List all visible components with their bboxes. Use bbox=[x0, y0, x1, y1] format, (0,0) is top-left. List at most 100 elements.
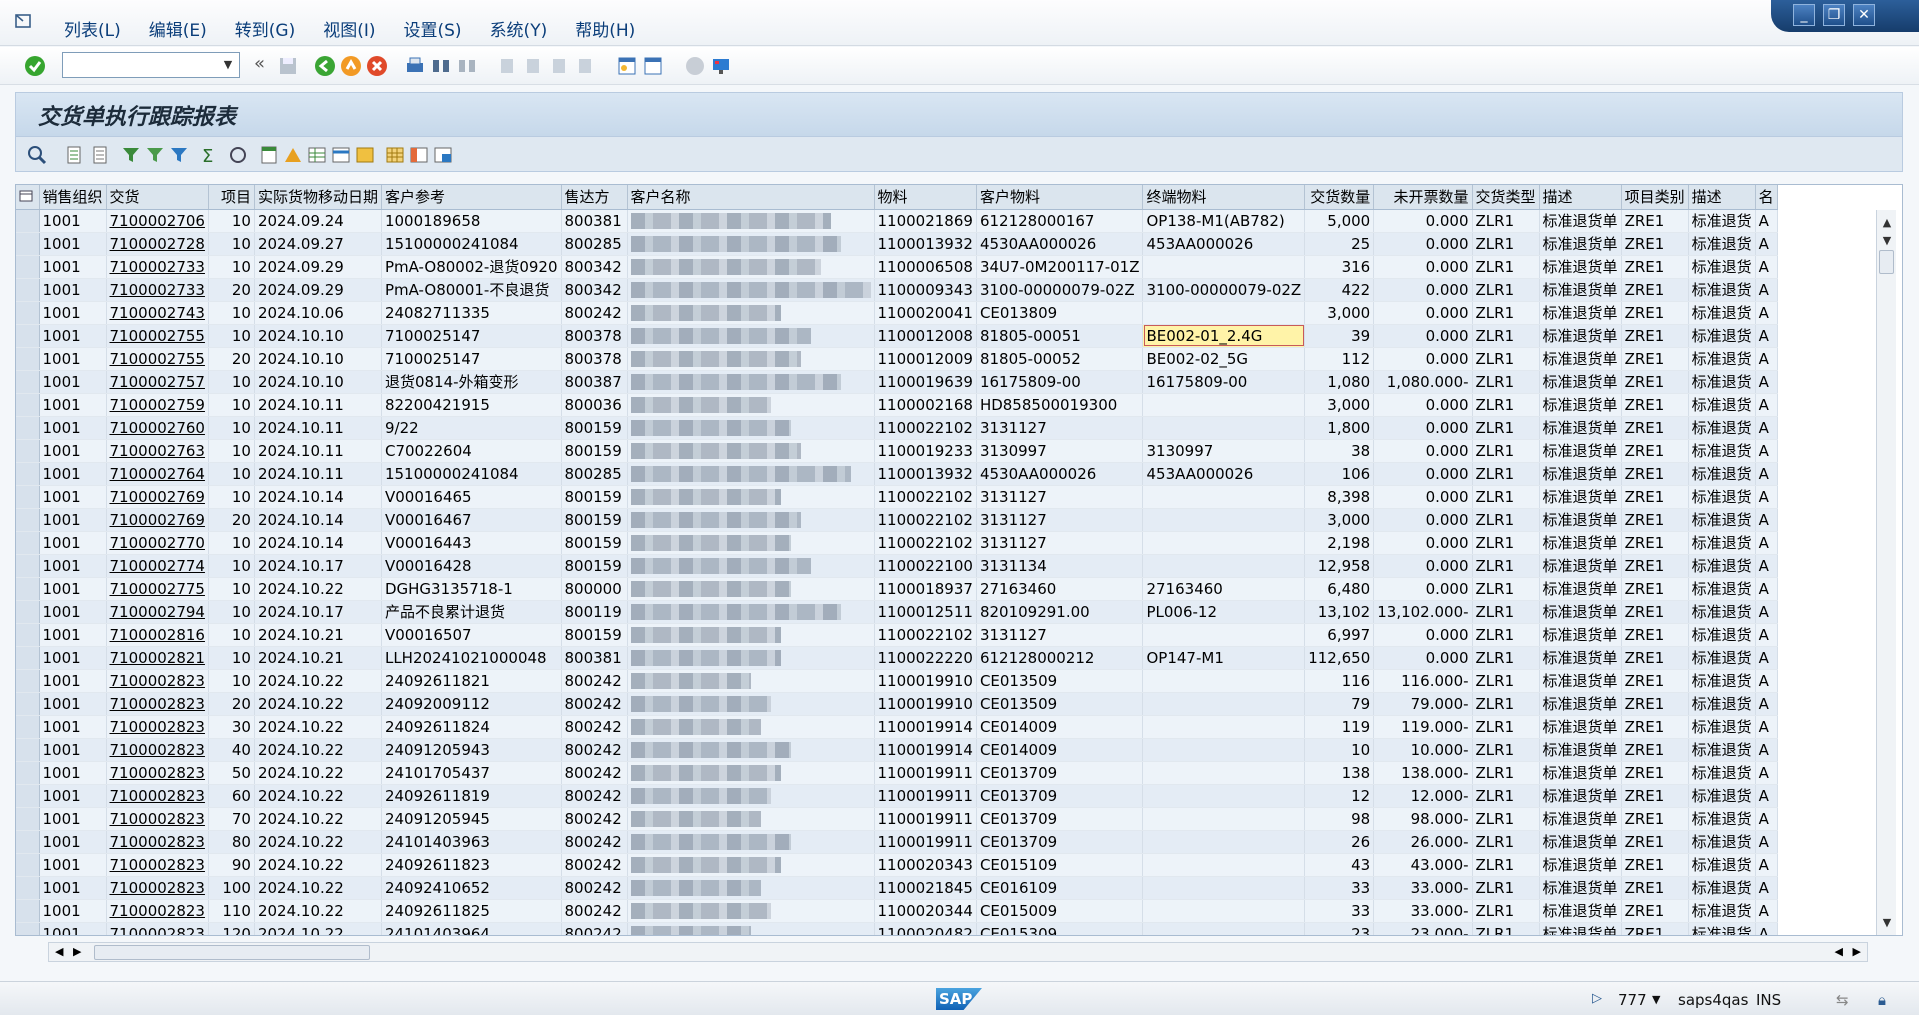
table-cell[interactable]: 7100002755 bbox=[106, 347, 209, 371]
row-selector[interactable] bbox=[16, 485, 40, 509]
row-selector[interactable] bbox=[16, 439, 40, 463]
table-cell[interactable]: 7100002823 bbox=[106, 692, 209, 716]
scroll-right-small-icon[interactable]: ▶ bbox=[73, 945, 81, 958]
table-cell[interactable]: 7100002760 bbox=[106, 416, 209, 440]
column-header[interactable]: 终端物料 bbox=[1142, 185, 1306, 210]
input-mode[interactable]: INS bbox=[1756, 991, 1781, 1009]
table-cell[interactable]: 7100002823 bbox=[106, 715, 209, 739]
table-row[interactable]: 1001 7100002706 10 2024.09.24 1000189658 8003… bbox=[16, 209, 1778, 233]
help-icon[interactable] bbox=[684, 55, 706, 77]
table-row[interactable]: 1001 7100002774 10 2024.10.17 V00016428 80015… bbox=[16, 554, 1778, 578]
column-header[interactable]: 描述 bbox=[1688, 185, 1756, 210]
local-file-icon[interactable] bbox=[354, 144, 376, 166]
row-selector[interactable] bbox=[16, 807, 40, 831]
column-header[interactable]: 客户参考 bbox=[381, 185, 562, 210]
row-selector[interactable] bbox=[16, 623, 40, 647]
table-row[interactable]: 1001 7100002769 10 2024.10.14 V00016465 80015… bbox=[16, 485, 1778, 509]
table-cell[interactable]: 7100002728 bbox=[106, 232, 209, 256]
row-selector[interactable] bbox=[16, 738, 40, 762]
session-number[interactable]: 777 bbox=[1618, 991, 1647, 1009]
menu-item[interactable]: 编辑(E) bbox=[135, 16, 221, 41]
menu-item[interactable]: 帮助(H) bbox=[561, 16, 649, 41]
first-page-icon[interactable] bbox=[496, 55, 518, 77]
row-selector[interactable] bbox=[16, 692, 40, 716]
table-cell[interactable]: 7100002794 bbox=[106, 600, 209, 624]
column-header[interactable]: 实际货物移动日期 bbox=[254, 185, 382, 210]
table-cell[interactable]: 7100002823 bbox=[106, 784, 209, 808]
table-row[interactable]: 1001 7100002823 10 2024.10.22 24092611821 800… bbox=[16, 669, 1778, 693]
status-expand-icon[interactable]: ▷ bbox=[1592, 991, 1602, 1006]
change-layout-icon[interactable] bbox=[384, 144, 406, 166]
layout-menu-icon[interactable] bbox=[710, 55, 732, 77]
table-row[interactable]: 1001 7100002764 10 2024.10.11 15100000241084… bbox=[16, 462, 1778, 486]
sort-descending-icon[interactable] bbox=[90, 144, 112, 166]
spreadsheet-icon[interactable] bbox=[306, 144, 328, 166]
column-header[interactable]: 物料 bbox=[874, 185, 977, 210]
row-selector[interactable] bbox=[16, 232, 40, 256]
table-cell[interactable]: 7100002743 bbox=[106, 301, 209, 325]
table-cell[interactable]: 7100002706 bbox=[106, 209, 209, 233]
sort-ascending-icon[interactable] bbox=[64, 144, 86, 166]
table-cell[interactable]: 7100002821 bbox=[106, 646, 209, 670]
table-cell[interactable]: 7100002769 bbox=[106, 485, 209, 509]
horizontal-scroll-thumb[interactable] bbox=[94, 945, 370, 960]
delete-filter-icon[interactable] bbox=[168, 144, 190, 166]
table-cell[interactable]: 7100002823 bbox=[106, 669, 209, 693]
table-cell[interactable]: 7100002755 bbox=[106, 324, 209, 348]
table-row[interactable]: 1001 7100002823 110 2024.10.22 24092611825 80… bbox=[16, 899, 1778, 923]
scroll-right-icon[interactable]: ▶ bbox=[1853, 945, 1861, 958]
menu-item[interactable]: 转到(G) bbox=[221, 16, 309, 41]
table-row[interactable]: 1001 7100002823 80 2024.10.22 24101403963 800… bbox=[16, 830, 1778, 854]
table-row[interactable]: 1001 7100002823 40 2024.10.22 24091205943 800… bbox=[16, 738, 1778, 762]
row-selector[interactable] bbox=[16, 416, 40, 440]
row-selector[interactable] bbox=[16, 554, 40, 578]
select-layout-icon[interactable] bbox=[408, 144, 430, 166]
table-row[interactable]: 1001 7100002823 100 2024.10.22 24092410652 80… bbox=[16, 876, 1778, 900]
next-page-icon[interactable] bbox=[548, 55, 570, 77]
menu-item[interactable]: 列表(L) bbox=[50, 16, 135, 41]
scroll-down-small-icon[interactable]: ▼ bbox=[1880, 234, 1894, 248]
table-cell[interactable]: 7100002823 bbox=[106, 830, 209, 854]
last-page-icon[interactable] bbox=[574, 55, 596, 77]
column-header[interactable]: 售达方 bbox=[561, 185, 628, 210]
exit-icon[interactable] bbox=[340, 55, 362, 77]
column-header[interactable]: 交货类型 bbox=[1472, 185, 1540, 210]
row-selector[interactable] bbox=[16, 669, 40, 693]
back-nav-icon[interactable]: « bbox=[254, 53, 265, 74]
cancel-icon[interactable] bbox=[366, 55, 388, 77]
row-selector[interactable] bbox=[16, 508, 40, 532]
row-selector[interactable] bbox=[16, 577, 40, 601]
total-icon[interactable]: Σ bbox=[198, 144, 220, 166]
row-selector[interactable] bbox=[16, 324, 40, 348]
table-row[interactable]: 1001 7100002794 10 2024.10.17 产品不良累计退货 800119… bbox=[16, 600, 1778, 624]
row-selector[interactable] bbox=[16, 646, 40, 670]
row-selector[interactable] bbox=[16, 347, 40, 371]
save-layout-icon[interactable] bbox=[432, 144, 454, 166]
row-selector[interactable] bbox=[16, 462, 40, 486]
table-row[interactable]: 1001 7100002775 10 2024.10.22 DGHG3135718-1 8… bbox=[16, 577, 1778, 601]
table-row[interactable]: 1001 7100002821 10 2024.10.21 LLH20241021000… bbox=[16, 646, 1778, 670]
print-preview-icon[interactable] bbox=[258, 144, 280, 166]
export-icon[interactable] bbox=[282, 144, 304, 166]
table-cell[interactable]: 7100002763 bbox=[106, 439, 209, 463]
table-row[interactable]: 1001 7100002760 10 2024.10.11 9/22 800159 1100… bbox=[16, 416, 1778, 440]
vertical-scrollbar[interactable]: ▲ ▼ ▼ bbox=[1876, 210, 1896, 935]
table-row[interactable]: 1001 7100002728 10 2024.09.27 15100000241084… bbox=[16, 232, 1778, 256]
column-header[interactable]: 项目 bbox=[208, 185, 255, 210]
scroll-left-icon[interactable]: ◀ bbox=[55, 945, 63, 958]
row-selector[interactable] bbox=[16, 278, 40, 302]
table-row[interactable]: 1001 7100002769 20 2024.10.14 V00016467 80015… bbox=[16, 508, 1778, 532]
row-selector[interactable] bbox=[16, 301, 40, 325]
table-cell[interactable]: 7100002733 bbox=[106, 255, 209, 279]
horizontal-scrollbar[interactable]: ◀ ▶ ◀ ▶ bbox=[48, 942, 1868, 962]
save-icon[interactable] bbox=[277, 55, 299, 77]
column-header[interactable]: 交货数量 bbox=[1304, 185, 1375, 210]
enter-check-icon[interactable] bbox=[24, 55, 46, 77]
table-row[interactable]: 1001 7100002823 70 2024.10.22 24091205945 800… bbox=[16, 807, 1778, 831]
row-selector[interactable] bbox=[16, 531, 40, 555]
table-cell[interactable]: 7100002823 bbox=[106, 761, 209, 785]
table-cell[interactable]: 7100002770 bbox=[106, 531, 209, 555]
table-row[interactable]: 1001 7100002733 20 2024.09.29 PmA-O80001-不良退… bbox=[16, 278, 1778, 302]
restore-icon[interactable]: ❐ bbox=[1823, 4, 1845, 26]
row-selector[interactable] bbox=[16, 853, 40, 877]
